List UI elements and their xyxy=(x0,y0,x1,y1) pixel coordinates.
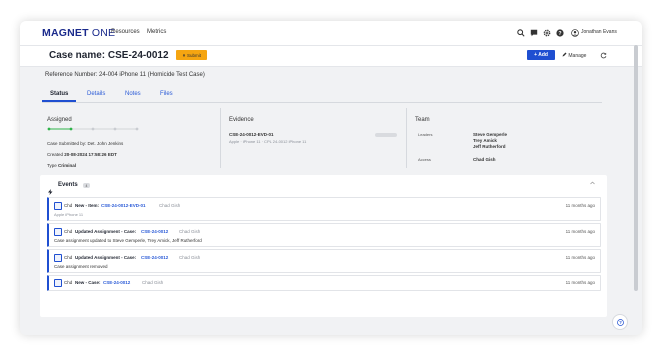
collapse-icon[interactable] xyxy=(590,181,595,187)
access-name: Chad Gish xyxy=(473,157,496,162)
event-item[interactable]: Chd Updated Assignment - Case: CSE-24-00… xyxy=(47,223,601,247)
search-icon[interactable] xyxy=(516,28,525,37)
chat-icon[interactable] xyxy=(529,28,538,37)
tab-details[interactable]: Details xyxy=(87,91,105,97)
manage-label: Manage xyxy=(568,53,587,59)
event-user: Chad Gish xyxy=(179,255,201,260)
event-item[interactable]: Chd Updated Assignment - Case: CSE-24-00… xyxy=(47,249,601,273)
active-tab-indicator xyxy=(42,100,76,102)
status-heading: Assigned xyxy=(47,117,72,123)
case-tabs: Status Details Notes Files xyxy=(42,89,602,103)
refresh-icon[interactable] xyxy=(600,52,607,61)
events-count-badge: 4 xyxy=(83,183,90,188)
event-link[interactable]: CSE-24-0012-EVD-01 xyxy=(101,203,146,208)
magnet-one-logo[interactable]: MAGNET ONE xyxy=(42,27,115,39)
event-user: Chad Gish xyxy=(179,229,201,234)
event-role: Chd xyxy=(64,229,73,234)
event-action: New - Item: xyxy=(75,203,100,208)
evidence-heading: Evidence xyxy=(229,117,254,123)
event-role: Chd xyxy=(64,255,73,260)
created-label: Created xyxy=(47,152,64,157)
status-step-dot xyxy=(69,127,73,131)
created-line: Created 20-08-2024 17:58:26 EDT xyxy=(47,152,117,157)
column-divider xyxy=(406,108,407,168)
help-icon: ? xyxy=(616,318,624,326)
type-value: Criminal xyxy=(58,163,77,168)
submit-button[interactable]: Submit xyxy=(176,50,207,60)
app-window: MAGNET ONE Resources Metrics ? Jonathan … xyxy=(20,21,642,335)
event-action: Updated Assignment - Case: xyxy=(75,229,137,234)
status-step-dot xyxy=(113,127,117,131)
access-label: Access xyxy=(418,157,431,162)
svg-text:?: ? xyxy=(619,320,622,325)
event-role: Chd xyxy=(64,280,73,285)
event-item[interactable]: Chd New - Item: CSE-24-0012-EVD-01 Chad … xyxy=(47,197,601,221)
evidence-item-id[interactable]: CSE-24-0012-EVD-01 xyxy=(229,132,274,137)
leader-name: Steve Gemperle xyxy=(473,132,508,137)
event-action: Updated Assignment - Case: xyxy=(75,255,137,260)
event-description: Case assignment updated to Steve Gemperl… xyxy=(54,238,202,243)
manage-button[interactable]: Manage xyxy=(562,52,586,59)
evidence-item-meta: Apple · iPhone 11 · CPL 24-0012 iPhone 1… xyxy=(229,139,307,144)
leader-name: Trey Amick xyxy=(473,138,497,143)
event-link[interactable]: CSE-24-0012 xyxy=(141,255,168,260)
add-button[interactable]: + Add xyxy=(527,50,555,60)
help-icon[interactable]: ? xyxy=(555,28,564,37)
event-user: Chad Gish xyxy=(159,203,181,208)
type-label: Type xyxy=(47,163,57,168)
tab-notes[interactable]: Notes xyxy=(125,91,141,97)
submit-label: Submit xyxy=(186,52,201,58)
events-title: Events xyxy=(58,182,78,188)
help-chat-button[interactable]: ? xyxy=(612,314,628,330)
team-heading: Team xyxy=(415,117,430,123)
column-divider xyxy=(220,108,221,168)
case-icon xyxy=(54,279,62,287)
type-line: Type Criminal xyxy=(47,163,76,168)
event-description: Case assignment removed xyxy=(54,264,108,269)
submitted-by: Case Submitted by: Det. John Jenkins xyxy=(47,141,124,146)
status-step-dot xyxy=(135,127,139,131)
event-subtext: Apple iPhone 11 xyxy=(54,212,84,217)
event-user: Chad Gish xyxy=(142,280,164,285)
user-name[interactable]: Jonathan Evans xyxy=(581,29,617,35)
reference-number: Reference Number: 24-004 iPhone 11 (Homi… xyxy=(45,72,205,78)
pencil-icon xyxy=(562,52,567,57)
gear-icon[interactable] xyxy=(542,28,551,37)
event-time: 11 months ago xyxy=(565,280,595,285)
event-time: 11 months ago xyxy=(565,255,595,260)
nav-metrics[interactable]: Metrics xyxy=(147,29,166,35)
event-role: Chd xyxy=(64,203,73,208)
event-time: 11 months ago xyxy=(565,203,595,208)
tab-status[interactable]: Status xyxy=(50,91,68,97)
leaders-label: Leaders xyxy=(418,132,433,137)
tab-files[interactable]: Files xyxy=(160,91,173,97)
upload-icon xyxy=(182,53,186,57)
event-action: New - Case: xyxy=(75,280,101,285)
event-item[interactable]: Chd New - Case: CSE-24-0012 Chad Gish 11… xyxy=(47,275,601,291)
event-time: 11 months ago xyxy=(565,229,595,234)
user-icon[interactable] xyxy=(570,28,579,37)
created-value: 20-08-2024 17:58:26 EDT xyxy=(64,152,117,157)
status-stepper xyxy=(47,127,139,131)
case-title: Case name: CSE-24-0012 xyxy=(49,50,169,61)
page-scrollbar[interactable] xyxy=(634,45,638,291)
nav-resources[interactable]: Resources xyxy=(111,29,140,35)
status-step-dot xyxy=(47,127,51,131)
case-icon xyxy=(54,254,62,262)
status-step-dot xyxy=(91,127,95,131)
events-panel: Events 4 Chd New - Item: CSE-24-0012-EVD… xyxy=(40,175,607,317)
top-navigation-bar: MAGNET ONE Resources Metrics ? Jonathan … xyxy=(20,21,642,45)
case-icon xyxy=(54,228,62,236)
svg-text:?: ? xyxy=(558,30,561,36)
event-link[interactable]: CSE-24-0012 xyxy=(103,280,130,285)
evidence-status-badge xyxy=(375,133,397,137)
logo-main-text: MAGNET xyxy=(42,27,89,39)
event-link[interactable]: CSE-24-0012 xyxy=(141,229,168,234)
case-header-bar: Case name: CSE-24-0012 Submit + Add Mana… xyxy=(20,45,642,67)
leader-name: Jeff Rutherford xyxy=(473,144,506,149)
case-icon xyxy=(54,202,62,210)
